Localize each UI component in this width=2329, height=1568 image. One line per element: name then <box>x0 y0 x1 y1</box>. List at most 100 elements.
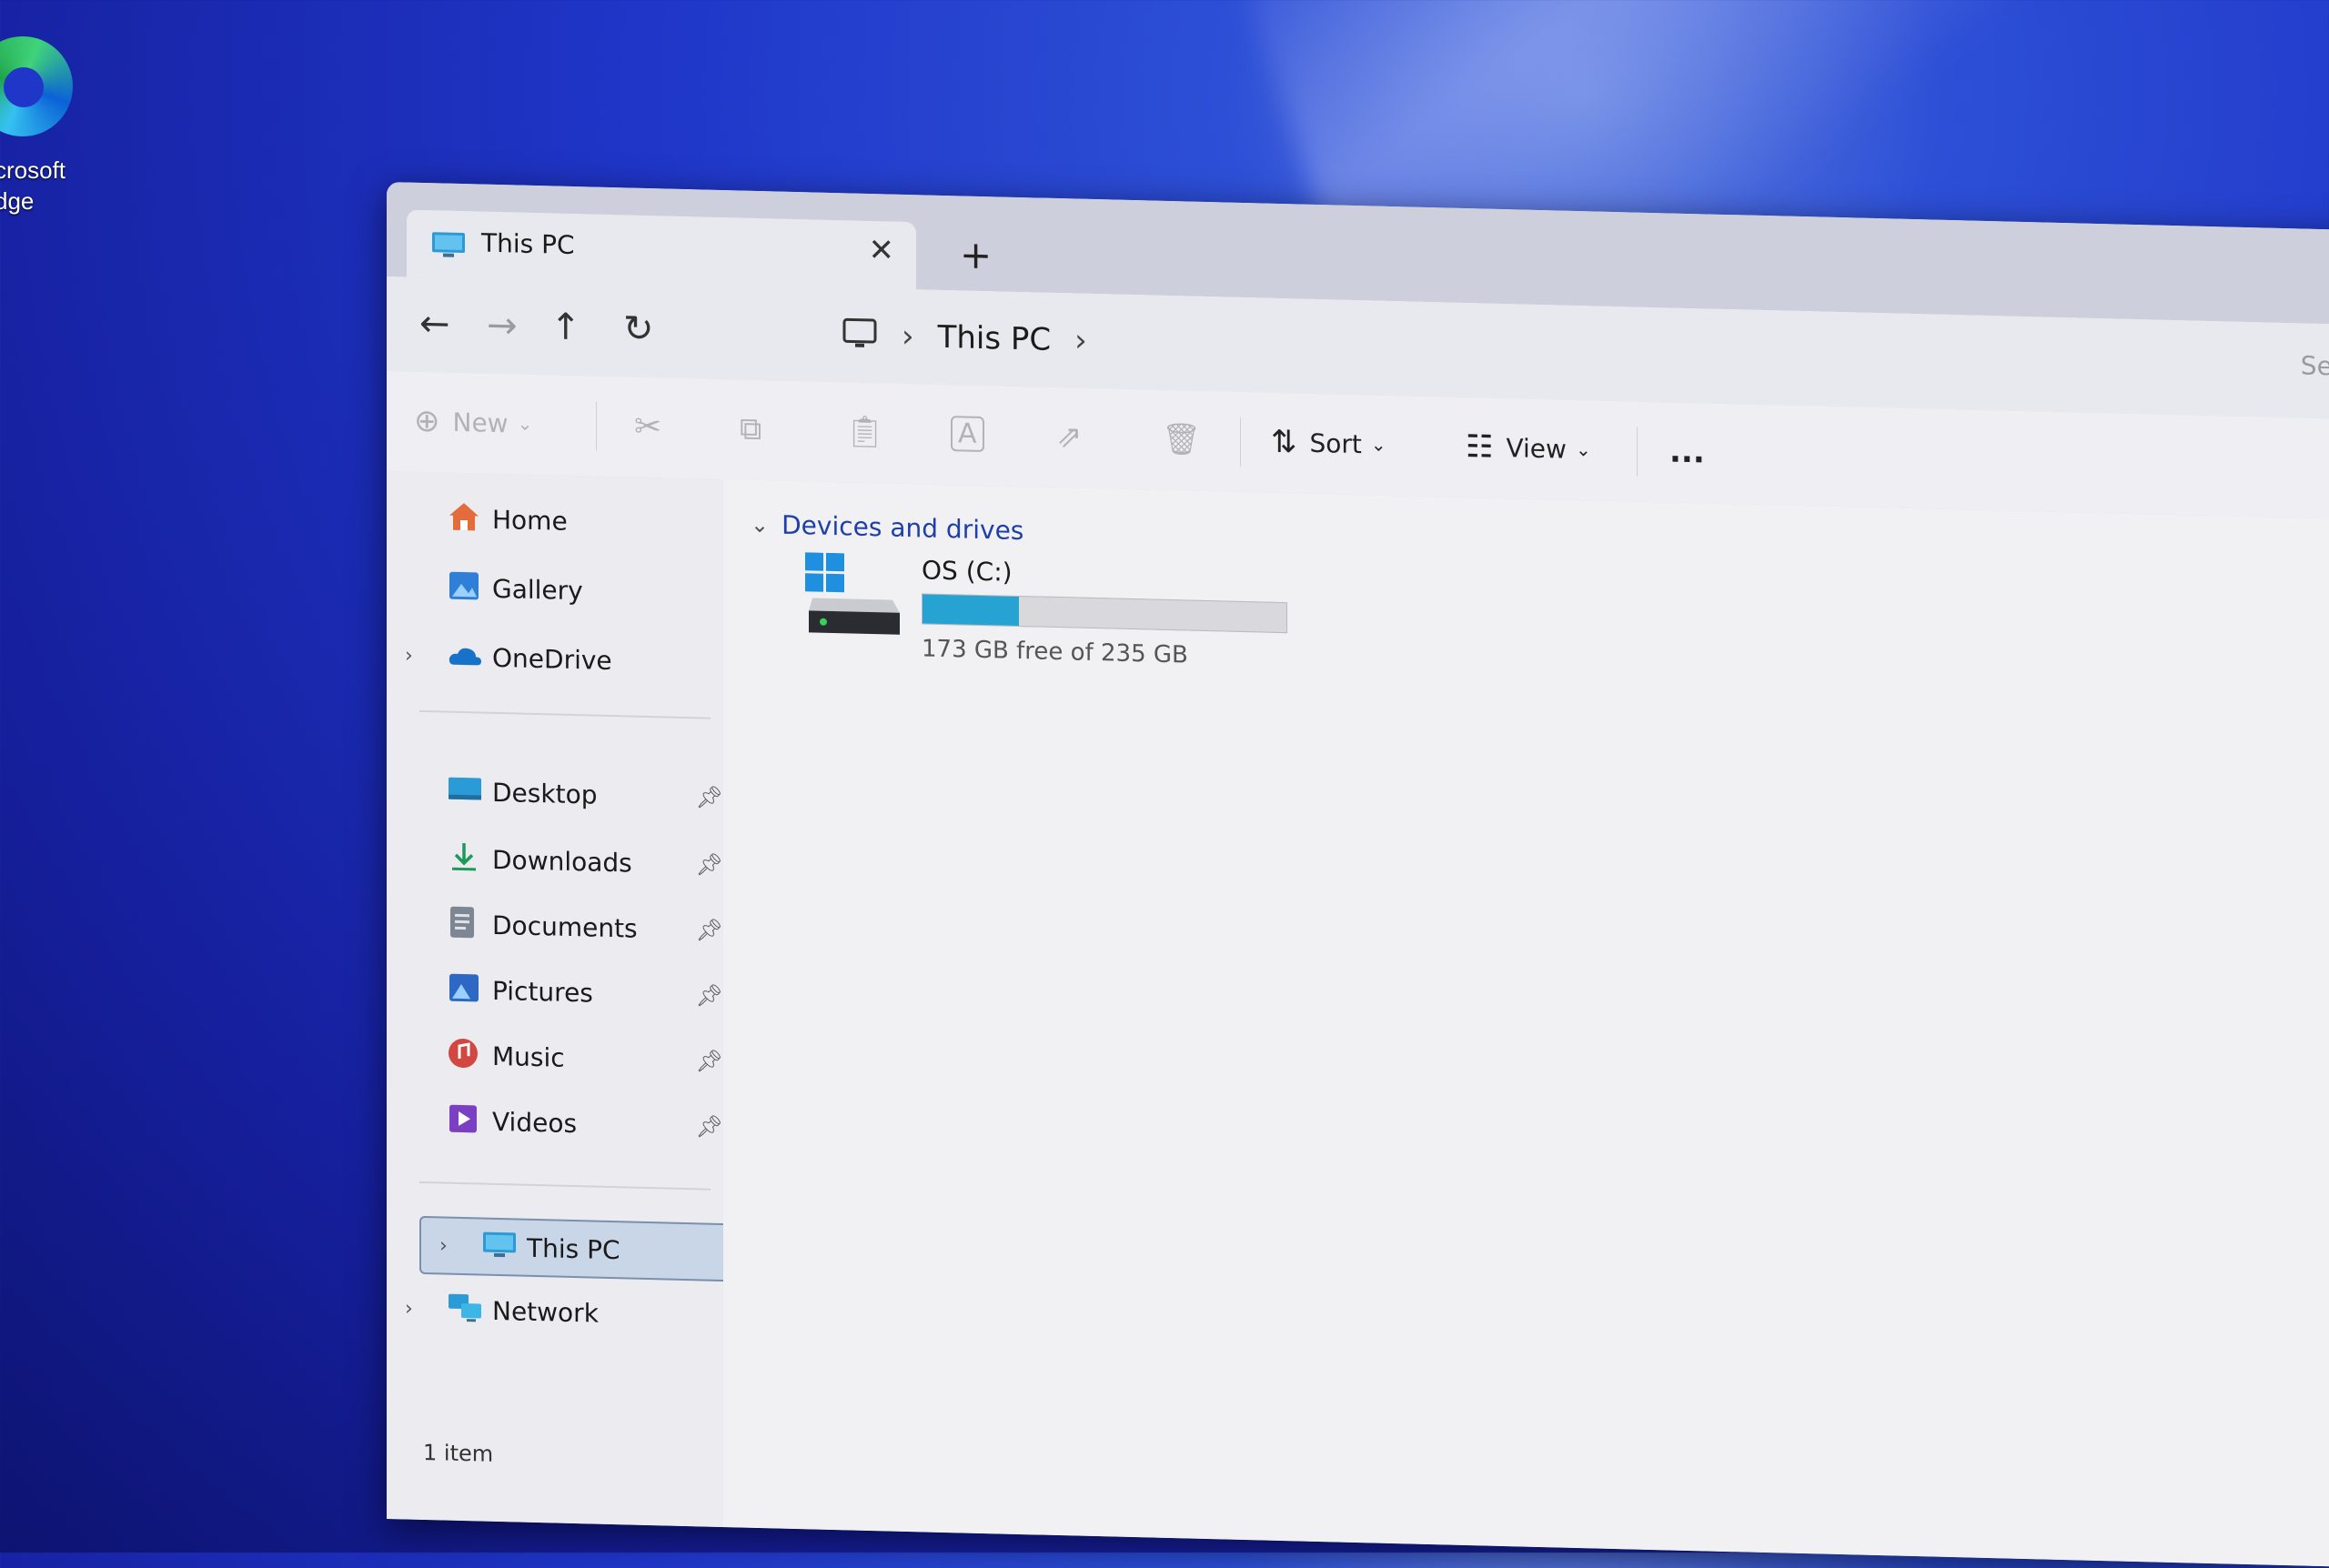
this-pc-icon <box>430 230 467 264</box>
toolbar-divider <box>596 401 597 451</box>
sidebar-item-label: Documents <box>492 910 638 944</box>
toolbar-divider <box>1240 417 1241 467</box>
trash-icon: 🗑︎ <box>1162 420 1202 458</box>
section-header-devices[interactable]: ⌄ Devices and drives <box>751 509 1024 547</box>
edge-shortcut-label: crosoft dge <box>0 156 66 215</box>
sidebar-item-label: OneDrive <box>492 642 612 676</box>
sidebar-item-label: Music <box>492 1040 565 1073</box>
section-title: Devices and drives <box>781 509 1024 547</box>
new-button[interactable]: ⊕ New ⌄ <box>414 403 532 442</box>
sidebar-item-onedrive[interactable]: › OneDrive <box>387 628 723 690</box>
sidebar-item-label: Videos <box>492 1106 578 1139</box>
copy-button[interactable]: ⧉ <box>740 410 761 447</box>
breadcrumb-separator[interactable]: › <box>902 318 914 355</box>
home-icon <box>447 500 481 538</box>
chevron-right-icon[interactable]: › <box>405 644 413 667</box>
chevron-right-icon[interactable]: › <box>439 1234 448 1257</box>
pin-icon[interactable]: 📌︎ <box>696 1048 723 1074</box>
downloads-icon <box>447 840 481 878</box>
pin-icon[interactable]: 📌︎ <box>696 784 723 810</box>
drive-os-c[interactable]: OS (C:) 173 GB free of 235 GB <box>805 552 1315 692</box>
search-input[interactable]: Search <box>2301 350 2329 382</box>
pin-icon[interactable]: 📌︎ <box>696 917 723 943</box>
sidebar-item-documents[interactable]: Documents 📌︎ <box>387 895 723 958</box>
sort-button-label: Sort <box>1309 427 1362 459</box>
pin-icon[interactable]: 📌︎ <box>696 982 723 1009</box>
navigation-pane: Home Gallery › OneDrive Desktop 📌︎ Downl… <box>387 471 732 1528</box>
desktop-folder-icon <box>447 775 483 809</box>
drive-usage-bar <box>922 593 1287 634</box>
sidebar-item-gallery[interactable]: Gallery <box>387 558 723 621</box>
rename-button[interactable]: A <box>951 416 984 453</box>
new-button-label: New <box>452 407 509 438</box>
drive-name: OS (C:) <box>922 555 1013 588</box>
chevron-down-icon: ⌄ <box>1370 433 1386 456</box>
copy-icon: ⧉ <box>740 410 762 448</box>
sidebar-item-downloads[interactable]: Downloads 📌︎ <box>387 829 723 892</box>
rename-icon: A <box>951 416 984 453</box>
sidebar-divider <box>419 709 711 719</box>
edge-icon <box>0 36 73 136</box>
close-tab-icon[interactable]: ✕ <box>869 232 895 269</box>
sidebar-item-videos[interactable]: Videos 📌︎ <box>387 1091 723 1154</box>
videos-icon <box>447 1102 479 1140</box>
sort-arrows-icon: ⇅ <box>1271 423 1297 461</box>
chevron-right-icon[interactable]: › <box>405 1297 413 1320</box>
monitor-icon <box>842 317 878 354</box>
this-pc-icon <box>481 1231 518 1264</box>
sidebar-divider <box>419 1181 711 1191</box>
chevron-down-icon: ⌄ <box>751 511 770 538</box>
sort-button[interactable]: ⇅ Sort ⌄ <box>1271 424 1386 463</box>
sidebar-item-pictures[interactable]: Pictures 📌︎ <box>387 960 723 1023</box>
cut-button[interactable]: ✂ <box>634 408 661 447</box>
edge-desktop-shortcut[interactable]: crosoft dge <box>0 27 82 227</box>
tab-title: This PC <box>481 227 575 261</box>
gallery-icon <box>447 569 481 607</box>
toolbar-divider <box>1637 427 1638 477</box>
file-list-pane: ⌄ Devices and drives OS (C:) 173 GB free… <box>723 479 2329 1568</box>
pin-icon[interactable]: 📌︎ <box>696 1113 723 1140</box>
sidebar-item-label: This PC <box>527 1232 620 1265</box>
refresh-icon[interactable]: ↻ <box>623 307 654 350</box>
plus-circle-icon: ⊕ <box>414 402 440 440</box>
sidebar-item-label: Pictures <box>492 975 593 1009</box>
sidebar-item-label: Desktop <box>492 777 598 810</box>
breadcrumb-this-pc[interactable]: This PC <box>938 319 1052 358</box>
sidebar-item-label: Gallery <box>492 573 583 606</box>
forward-arrow-icon[interactable]: → <box>487 305 518 347</box>
chevron-down-icon: ⌄ <box>1575 437 1591 461</box>
sidebar-item-music[interactable]: Music 📌︎ <box>387 1026 723 1089</box>
drive-usage-fill <box>923 594 1019 626</box>
onedrive-icon <box>447 641 483 673</box>
share-button[interactable]: ⇗ <box>1056 418 1083 456</box>
paste-button[interactable]: 📋︎ <box>845 413 884 450</box>
sidebar-item-this-pc[interactable]: › This PC <box>419 1215 732 1282</box>
chevron-down-icon: ⌄ <box>517 412 533 435</box>
hard-drive-icon <box>805 552 905 649</box>
up-arrow-icon[interactable]: ↑ <box>550 306 581 348</box>
new-tab-button[interactable]: + <box>960 232 992 277</box>
status-bar-item-count: 1 item <box>423 1439 494 1467</box>
documents-icon <box>447 905 478 944</box>
back-arrow-icon[interactable]: ← <box>419 303 450 346</box>
file-explorer-window: This PC ✕ + ← → ↑ ↻ › This PC › Search ⊕… <box>387 182 2329 1568</box>
drive-free-space: 173 GB free of 235 GB <box>922 635 1188 669</box>
view-layout-icon: ☷ <box>1466 427 1494 466</box>
tab-this-pc[interactable]: This PC ✕ <box>407 209 916 290</box>
music-icon <box>447 1037 479 1074</box>
breadcrumb-chevron[interactable]: › <box>1074 322 1087 358</box>
delete-button[interactable]: 🗑︎ <box>1162 421 1201 458</box>
network-icon <box>447 1292 485 1328</box>
sidebar-item-label: Home <box>492 504 568 537</box>
sidebar-item-label: Downloads <box>492 844 632 879</box>
sidebar-item-desktop[interactable]: Desktop 📌︎ <box>387 762 723 825</box>
sidebar-item-label: Network <box>492 1295 599 1329</box>
pictures-icon <box>447 971 481 1009</box>
view-button-label: View <box>1506 432 1567 465</box>
more-options-button[interactable]: ... <box>1669 433 1705 470</box>
sidebar-item-network[interactable]: › Network <box>387 1281 723 1343</box>
sidebar-item-home[interactable]: Home <box>387 489 723 552</box>
pin-icon[interactable]: 📌︎ <box>696 851 723 878</box>
view-button[interactable]: ☷ View ⌄ <box>1466 428 1591 467</box>
clipboard-icon: 📋︎ <box>845 413 885 451</box>
